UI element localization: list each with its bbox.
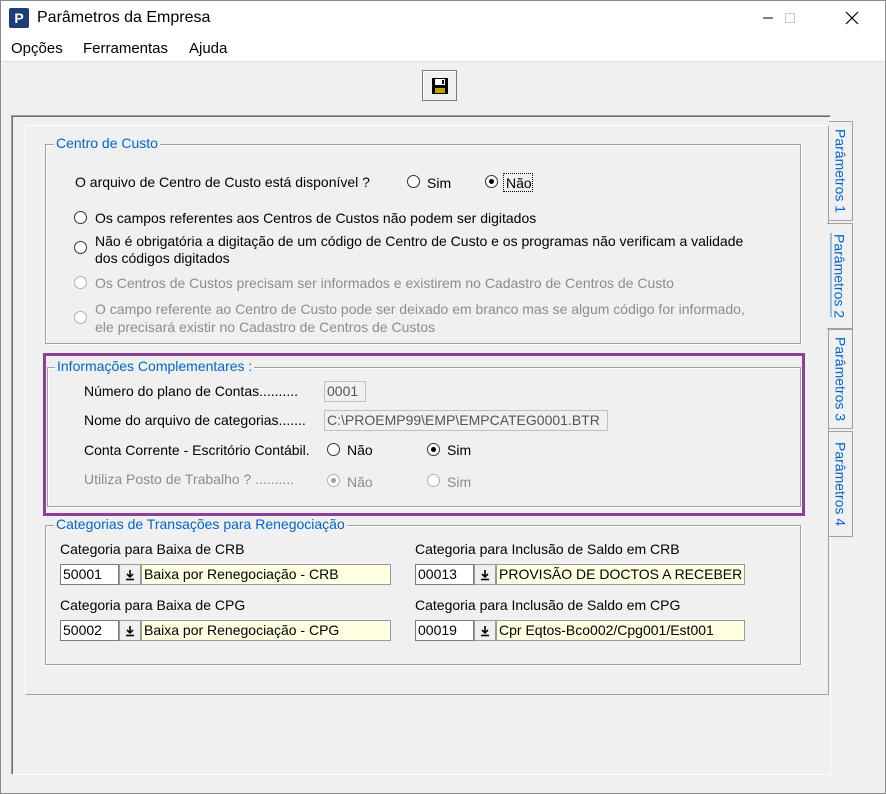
menu-ajuda[interactable]: Ajuda bbox=[189, 40, 227, 57]
maximize-button bbox=[767, 1, 813, 35]
tab-parametros-1[interactable]: Parâmetros 1 bbox=[829, 121, 853, 221]
arquivo-label: Nome do arquivo de categorias....... bbox=[84, 412, 306, 428]
cat-inclusao-crb-code[interactable]: 00013 bbox=[415, 564, 474, 585]
cat-inclusao-cpg-lookup-button[interactable] bbox=[474, 620, 496, 641]
info-title: Informações Complementares : bbox=[55, 358, 255, 374]
title-bar: P Parâmetros da Empresa bbox=[1, 1, 885, 35]
cat-baixa-cpg-lookup-button[interactable] bbox=[119, 620, 141, 641]
cat-baixa-crb-lookup-button[interactable] bbox=[119, 564, 141, 585]
cat-inclusao-crb-lookup-button[interactable] bbox=[474, 564, 496, 585]
centro-custo-sim-radio[interactable] bbox=[407, 175, 420, 188]
tab-parametros-3[interactable]: Parâmetros 3 bbox=[829, 329, 853, 429]
categorias-title: Categorias de Transações para Renegociaç… bbox=[54, 516, 347, 532]
cat-inclusao-cpg-label: Categoria para Inclusão de Saldo em CPG bbox=[415, 597, 681, 613]
cat-baixa-cpg-code[interactable]: 50002 bbox=[60, 620, 119, 641]
toolbar bbox=[1, 61, 885, 105]
centro-custo-option-2-radio[interactable] bbox=[74, 241, 87, 254]
main-window: P Parâmetros da Empresa Opções Ferrament… bbox=[0, 0, 886, 794]
plano-field: 0001 bbox=[324, 381, 366, 402]
cat-baixa-crb-label: Categoria para Baixa de CRB bbox=[60, 541, 245, 557]
cat-inclusao-cpg-desc: Cpr Eqtos-Bco002/Cpg001/Est001 bbox=[496, 620, 745, 641]
posto-label: Utiliza Posto de Trabalho ? .......... bbox=[84, 471, 295, 487]
tab-parametros-2[interactable]: Parâmetros 2 bbox=[827, 223, 853, 329]
centro-custo-sim-label: Sim bbox=[427, 175, 452, 191]
posto-sim-label: Sim bbox=[447, 474, 472, 490]
conta-label: Conta Corrente - Escritório Contábil. bbox=[84, 442, 310, 458]
download-arrow-icon bbox=[481, 569, 489, 580]
conta-nao-radio[interactable] bbox=[327, 443, 340, 456]
menu-ferramentas[interactable]: Ferramentas bbox=[83, 40, 168, 57]
centro-custo-question: O arquivo de Centro de Custo está dispon… bbox=[75, 174, 370, 190]
floppy-disk-icon bbox=[431, 77, 448, 94]
window-title: Parâmetros da Empresa bbox=[37, 9, 211, 26]
posto-sim-radio bbox=[427, 474, 440, 487]
centro-custo-option-4-label: O campo referente ao Centro de Custo pod… bbox=[95, 301, 745, 317]
conta-sim-label: Sim bbox=[447, 442, 472, 458]
download-arrow-icon bbox=[481, 625, 489, 636]
arquivo-field: C:\PROEMP99\EMP\EMPCATEG0001.BTR bbox=[324, 410, 608, 431]
tab-parametros-4[interactable]: Parâmetros 4 bbox=[829, 431, 853, 537]
highlight-box bbox=[43, 353, 805, 516]
download-arrow-icon bbox=[126, 569, 134, 580]
cat-baixa-crb-desc: Baixa por Renegociação - CRB bbox=[141, 564, 391, 585]
centro-custo-option-4-radio bbox=[74, 311, 87, 324]
centro-custo-option-2-label: Não é obrigatória a digitação de um códi… bbox=[95, 233, 744, 249]
close-button[interactable] bbox=[829, 1, 875, 35]
app-icon: P bbox=[9, 8, 29, 28]
save-button[interactable] bbox=[422, 70, 457, 101]
centro-custo-option-3-radio bbox=[74, 276, 87, 289]
plano-label: Número do plano de Contas.......... bbox=[84, 383, 299, 399]
cat-inclusao-crb-label: Categoria para Inclusão de Saldo em CRB bbox=[415, 541, 680, 557]
cat-baixa-cpg-label: Categoria para Baixa de CPG bbox=[60, 597, 246, 613]
centro-custo-nao-label: Não bbox=[506, 175, 532, 191]
centro-custo-option-2-label-2: dos códigos digitados bbox=[95, 250, 230, 266]
centro-custo-option-3-label: Os Centros de Custos precisam ser inform… bbox=[95, 275, 674, 291]
posto-nao-label: Não bbox=[347, 474, 373, 490]
conta-sim-radio[interactable] bbox=[427, 443, 440, 456]
cat-inclusao-cpg-code[interactable]: 00019 bbox=[415, 620, 474, 641]
centro-custo-option-1-radio[interactable] bbox=[74, 211, 87, 224]
conta-nao-label: Não bbox=[347, 442, 373, 458]
menu-opcoes[interactable]: Opções bbox=[11, 40, 63, 57]
centro-custo-title: Centro de Custo bbox=[54, 135, 160, 151]
download-arrow-icon bbox=[126, 625, 134, 636]
posto-nao-radio bbox=[327, 474, 340, 487]
cat-baixa-crb-code[interactable]: 50001 bbox=[60, 564, 119, 585]
menu-bar: Opções Ferramentas Ajuda bbox=[1, 35, 885, 61]
cat-inclusao-crb-desc: PROVISÃO DE DOCTOS A RECEBER bbox=[496, 564, 745, 585]
centro-custo-option-4-label-2: ele precisará existir no Cadastro de Cen… bbox=[95, 319, 436, 335]
centro-custo-nao-radio[interactable] bbox=[485, 175, 498, 188]
maximize-icon bbox=[785, 13, 795, 23]
cat-baixa-cpg-desc: Baixa por Renegociação - CPG bbox=[141, 620, 391, 641]
centro-custo-option-1-label: Os campos referentes aos Centros de Cust… bbox=[95, 210, 537, 226]
close-icon bbox=[845, 11, 859, 25]
